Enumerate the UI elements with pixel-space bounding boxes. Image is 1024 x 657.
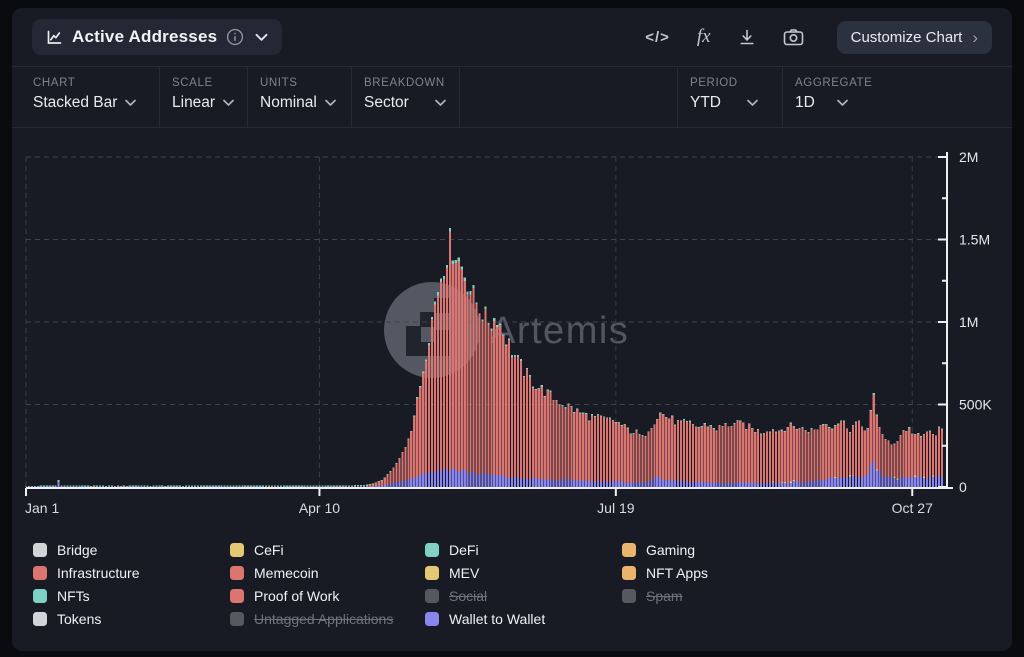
- toolbar: </> fx Customize Chart ›: [645, 21, 992, 54]
- legend-item-tokens[interactable]: Tokens: [33, 607, 230, 630]
- legend-swatch: [622, 566, 636, 580]
- legend-column: DeFi MEV Social Wallet to Wallet: [425, 538, 622, 630]
- legend-swatch: [230, 543, 244, 557]
- chevron-down-icon: [325, 99, 336, 107]
- legend-label: Social: [449, 588, 487, 604]
- legend-label: Bridge: [57, 542, 97, 558]
- legend-label: Spam: [646, 588, 683, 604]
- chart-card: Active Addresses </> fx: [12, 8, 1012, 651]
- legend-swatch: [425, 589, 439, 603]
- setting-scale[interactable]: SCALE Linear: [160, 67, 248, 127]
- legend-column: CeFi Memecoin Proof of Work Untagged Applic…: [230, 538, 425, 630]
- legend-item-cefi[interactable]: CeFi: [230, 538, 425, 561]
- legend-item-infrastructure[interactable]: Infrastructure: [33, 561, 230, 584]
- legend-item-spam[interactable]: Spam: [622, 584, 993, 607]
- legend-item-wallet-to-wallet[interactable]: Wallet to Wallet: [425, 607, 622, 630]
- embed-code-button[interactable]: </>: [645, 29, 670, 46]
- svg-text:1M: 1M: [959, 314, 978, 330]
- chart-area: Artemis Jan 1Apr 10Jul 19Oct 270500K1M1.…: [12, 128, 1012, 528]
- legend-label: Infrastructure: [57, 565, 139, 581]
- legend-item-proof-of-work[interactable]: Proof of Work: [230, 584, 425, 607]
- stacked-bar-chart[interactable]: Jan 1 Apr 10 Jul 19 Oct 27 0 500K 1M 1.5M 2M: [12, 128, 1012, 528]
- legend-item-bridge[interactable]: Bridge: [33, 538, 230, 561]
- svg-text:2M: 2M: [959, 149, 978, 165]
- formula-button[interactable]: fx: [697, 26, 711, 48]
- svg-text:Apr 10: Apr 10: [299, 500, 340, 516]
- legend-swatch: [425, 566, 439, 580]
- legend-swatch: [622, 543, 636, 557]
- legend-label: DeFi: [449, 542, 479, 558]
- download-button[interactable]: [738, 28, 756, 46]
- legend-swatch: [33, 612, 47, 626]
- legend-column: Gaming NFT Apps Spam: [622, 538, 993, 630]
- settings-spacer: [460, 67, 677, 127]
- legend-item-memecoin[interactable]: Memecoin: [230, 561, 425, 584]
- line-chart-icon: [46, 29, 63, 46]
- svg-text:Jan 1: Jan 1: [25, 500, 59, 516]
- svg-text:1.5M: 1.5M: [959, 232, 990, 248]
- info-icon[interactable]: [226, 28, 244, 46]
- legend-item-untagged-applications[interactable]: Untagged Applications: [230, 607, 425, 630]
- legend-swatch: [622, 589, 636, 603]
- svg-text:500K: 500K: [959, 397, 992, 413]
- metric-selector-button[interactable]: Active Addresses: [32, 19, 282, 55]
- metric-label: Active Addresses: [72, 27, 217, 47]
- chevron-down-icon: [837, 99, 848, 107]
- chevron-right-icon: ›: [972, 29, 978, 46]
- svg-text:Jul 19: Jul 19: [597, 500, 635, 516]
- screenshot-button[interactable]: [783, 28, 804, 46]
- setting-period[interactable]: PERIOD YTD: [677, 67, 783, 127]
- fx-icon: fx: [697, 26, 711, 48]
- svg-text:0: 0: [959, 479, 967, 495]
- legend-item-social[interactable]: Social: [425, 584, 622, 607]
- legend-column: Bridge Infrastructure NFTs Tokens: [33, 538, 230, 630]
- chevron-down-icon: [223, 99, 234, 107]
- legend: Bridge Infrastructure NFTs Tokens CeFi Memeco…: [33, 538, 993, 630]
- download-icon: [738, 28, 756, 46]
- chevron-down-icon: [255, 33, 268, 42]
- legend-swatch: [230, 566, 244, 580]
- legend-item-nft-apps[interactable]: NFT Apps: [622, 561, 993, 584]
- chevron-down-icon: [747, 99, 758, 107]
- legend-label: Tokens: [57, 611, 101, 627]
- setting-chart-type[interactable]: CHART Stacked Bar: [12, 67, 160, 127]
- legend-swatch: [33, 589, 47, 603]
- legend-swatch: [425, 543, 439, 557]
- settings-bar: CHART Stacked Bar SCALE Linear UNITS Nom…: [12, 66, 1012, 128]
- legend-label: Memecoin: [254, 565, 319, 581]
- legend-item-defi[interactable]: DeFi: [425, 538, 622, 561]
- legend-swatch: [33, 543, 47, 557]
- legend-label: Untagged Applications: [254, 611, 393, 627]
- legend-label: Gaming: [646, 542, 695, 558]
- legend-swatch: [230, 612, 244, 626]
- legend-label: NFTs: [57, 588, 90, 604]
- legend-swatch: [230, 589, 244, 603]
- legend-swatch: [33, 566, 47, 580]
- legend-item-mev[interactable]: MEV: [425, 561, 622, 584]
- legend-label: Proof of Work: [254, 588, 339, 604]
- legend-label: Wallet to Wallet: [449, 611, 545, 627]
- legend-label: NFT Apps: [646, 565, 708, 581]
- setting-aggregate[interactable]: AGGREGATE 1D: [783, 67, 1012, 127]
- code-icon: </>: [645, 29, 670, 46]
- legend-item-gaming[interactable]: Gaming: [622, 538, 993, 561]
- legend-label: MEV: [449, 565, 479, 581]
- chevron-down-icon: [435, 99, 446, 107]
- customize-chart-button[interactable]: Customize Chart ›: [837, 21, 992, 54]
- camera-icon: [783, 28, 804, 46]
- legend-label: CeFi: [254, 542, 284, 558]
- chevron-down-icon: [125, 99, 136, 107]
- svg-text:Oct 27: Oct 27: [892, 500, 933, 516]
- legend-swatch: [425, 612, 439, 626]
- setting-units[interactable]: UNITS Nominal: [248, 67, 352, 127]
- chart-header: Active Addresses </> fx: [12, 8, 1012, 66]
- legend-item-nfts[interactable]: NFTs: [33, 584, 230, 607]
- setting-breakdown[interactable]: BREAKDOWN Sector: [352, 67, 460, 127]
